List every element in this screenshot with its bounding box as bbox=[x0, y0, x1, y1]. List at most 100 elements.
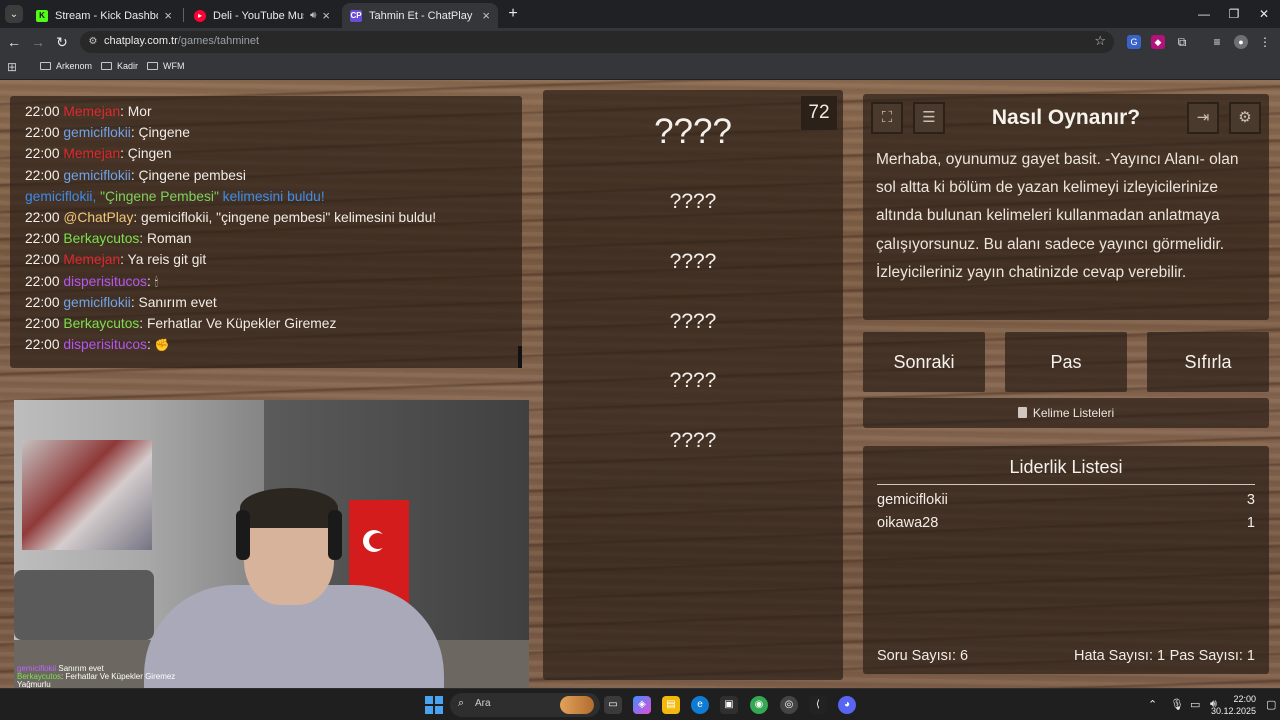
tab-kick-dashboard[interactable]: K Stream - Kick Dashboard × bbox=[28, 3, 180, 28]
back-icon[interactable]: ← bbox=[4, 32, 24, 52]
close-window-icon[interactable]: ✕ bbox=[1252, 4, 1276, 24]
tab-search-icon[interactable]: ⌄ bbox=[5, 5, 23, 23]
overlay-user: Yağmurlu bbox=[17, 680, 51, 689]
bookmark-folder-kadir[interactable]: Kadir bbox=[101, 61, 138, 71]
chat-text: : Sanırım evet bbox=[130, 294, 217, 310]
browser-toolbar: ← → ↻ ⚙︎ chatplay.com.tr/games/tahminet … bbox=[0, 28, 1280, 56]
chat-text: : bbox=[146, 273, 155, 289]
task-view-icon[interactable]: ▭ bbox=[604, 696, 622, 714]
display-icon[interactable]: ▭ bbox=[1190, 698, 1200, 711]
chat-timestamp: 22:00 bbox=[25, 252, 60, 268]
bookmark-folder-arkenom[interactable]: Arkenom bbox=[40, 61, 92, 71]
chat-message: 22:00 Memejan: Mor bbox=[25, 101, 522, 122]
notification-icon[interactable]: ▢ bbox=[1266, 698, 1276, 711]
restore-icon[interactable]: ❐ bbox=[1222, 4, 1246, 24]
chat-scrollbar[interactable] bbox=[518, 346, 522, 368]
close-tab-icon[interactable]: × bbox=[164, 8, 172, 23]
leaderboard-row: oikawa28 1 bbox=[877, 515, 1255, 537]
tab-chatplay[interactable]: CP Tahmin Et - ChatPlay × bbox=[342, 3, 498, 28]
translate-extension-icon[interactable]: G bbox=[1127, 35, 1141, 49]
obs-icon[interactable]: ◎ bbox=[780, 696, 798, 714]
chat-message: 22:00 disperisitucos: 🕯 bbox=[25, 271, 522, 292]
file-explorer-icon[interactable]: ▤ bbox=[662, 696, 680, 714]
taskbar-clock[interactable]: 22:00 30.12.2025 bbox=[1211, 693, 1256, 717]
reading-list-icon[interactable]: ≡ bbox=[1210, 35, 1224, 49]
bookmarks-bar: ⊞ Arkenom Kadir WFM bbox=[0, 56, 1280, 80]
chat-username[interactable]: gemiciflokii bbox=[63, 295, 130, 310]
extension-icon[interactable]: ◆ bbox=[1151, 35, 1165, 49]
next-button[interactable]: Sonraki bbox=[863, 332, 985, 392]
url-text[interactable]: chatplay.com.tr/games/tahminet bbox=[104, 35, 259, 47]
tab-youtube-music[interactable]: ▸ Deli - YouTube Music 🔊︎ × bbox=[186, 3, 338, 28]
search-highlight-image bbox=[560, 696, 594, 714]
how-to-play-text: Merhaba, oyunumuz gayet basit. -Yayıncı … bbox=[876, 151, 1239, 281]
how-to-play-panel: ⛶ ☰ Nasıl Oynanır? ⇥ ⚙ Merhaba, oyunumuz… bbox=[863, 94, 1269, 320]
store-icon[interactable]: ▣ bbox=[720, 696, 738, 714]
streamer-hair bbox=[240, 488, 338, 528]
minimize-icon[interactable]: — bbox=[1192, 4, 1216, 24]
bookmark-label: Kadir bbox=[117, 61, 139, 71]
chat-message: 22:00 Memejan: Ya reis git git bbox=[25, 249, 522, 270]
windows-start-icon[interactable] bbox=[425, 696, 443, 714]
settings-gear-icon[interactable]: ⚙ bbox=[1229, 102, 1261, 134]
chat-username[interactable]: Memejan bbox=[63, 252, 120, 267]
taskbar-search[interactable]: ⌕ Ara bbox=[450, 693, 600, 717]
chat-username[interactable]: gemiciflokii bbox=[63, 125, 130, 140]
edge-icon[interactable]: e bbox=[691, 696, 709, 714]
search-icon: ⌕ bbox=[458, 697, 465, 709]
chat-username[interactable]: gemiciflokii bbox=[63, 168, 130, 183]
bookmark-star-icon[interactable]: ☆ bbox=[1094, 33, 1106, 49]
notepad-icon bbox=[1017, 407, 1027, 418]
tab-strip: ⌄ K Stream - Kick Dashboard × ▸ Deli - Y… bbox=[0, 0, 1280, 28]
address-bar[interactable]: ⚙︎ chatplay.com.tr/games/tahminet ☆ bbox=[80, 31, 1114, 53]
new-tab-button[interactable]: + bbox=[504, 5, 522, 23]
bookmark-folder-wfm[interactable]: WFM bbox=[147, 61, 185, 71]
chat-username[interactable]: Memejan bbox=[63, 104, 120, 119]
chat-username[interactable]: Memejan bbox=[63, 146, 120, 161]
profile-avatar-icon[interactable]: ● bbox=[1234, 35, 1248, 49]
close-tab-icon[interactable]: × bbox=[322, 8, 330, 23]
chat-username[interactable]: disperisitucos bbox=[63, 337, 147, 352]
reset-button[interactable]: Sıfırla bbox=[1147, 332, 1269, 392]
player-name: gemiciflokii bbox=[877, 492, 948, 508]
player-name: oikawa28 bbox=[877, 515, 939, 531]
search-label: Ara bbox=[475, 698, 491, 709]
chat-system-notice: gemiciflokii, "Çingene Pembesi" kelimesi… bbox=[25, 188, 325, 204]
extensions-puzzle-icon[interactable]: ⧉ bbox=[1175, 35, 1189, 49]
chat-username[interactable]: @ChatPlay bbox=[63, 210, 133, 225]
speaker-icon[interactable]: 🔊︎ bbox=[310, 10, 316, 21]
forbidden-word: ???? bbox=[669, 369, 717, 392]
chat-username[interactable]: Berkaycutos bbox=[63, 231, 139, 246]
chat-text: : Çingene bbox=[130, 125, 190, 141]
app-icon[interactable]: ⟨ bbox=[809, 696, 827, 714]
close-tab-icon[interactable]: × bbox=[482, 8, 490, 23]
menu-kebab-icon[interactable]: ⋮ bbox=[1258, 35, 1272, 49]
chat-text: : Çingen bbox=[120, 146, 172, 162]
word-lists-button[interactable]: Kelime Listeleri bbox=[863, 398, 1269, 428]
headset-earcup bbox=[328, 510, 342, 560]
overlay-message: : Ferhatlar Ve Küpekler Giremez bbox=[61, 672, 176, 681]
tray-chevron-icon[interactable]: ⌃ bbox=[1148, 698, 1157, 711]
game-page: 22:00 Memejan: Mor 22:00 gemiciflokii: Çi… bbox=[0, 80, 1280, 688]
apps-grid-icon[interactable]: ⊞ bbox=[7, 60, 17, 74]
kick-icon: K bbox=[36, 9, 48, 22]
microphone-icon[interactable]: 🎙︎ bbox=[1170, 698, 1184, 711]
chat-username[interactable]: Berkaycutos bbox=[63, 316, 139, 331]
copilot-icon[interactable]: ◈ bbox=[633, 696, 651, 714]
leaderboard-panel: Liderlik Listesi gemiciflokii 3 oikawa28… bbox=[863, 446, 1269, 674]
pass-button[interactable]: Pas bbox=[1005, 332, 1127, 392]
chrome-icon[interactable]: ◉ bbox=[750, 696, 768, 714]
reload-icon[interactable]: ↻ bbox=[52, 32, 72, 52]
logout-icon[interactable]: ⇥ bbox=[1187, 102, 1219, 134]
chat-text: : Mor bbox=[120, 104, 152, 119]
word-lists-label: Kelime Listeleri bbox=[1032, 406, 1115, 420]
site-info-icon[interactable]: ⚙︎ bbox=[86, 35, 100, 49]
chat-username[interactable]: disperisitucos bbox=[63, 274, 147, 289]
chat-message: 22:00 Memejan: Çingen bbox=[25, 143, 522, 164]
chat-message: 22:00 disperisitucos: ✊ bbox=[25, 334, 522, 355]
word-panel: 72 ???? ???? ???? ???? ???? ???? bbox=[543, 90, 843, 680]
chat-timestamp: 22:00 bbox=[25, 315, 60, 331]
bookmark-label: WFM bbox=[163, 61, 185, 71]
discord-icon[interactable]: ◕ bbox=[838, 696, 856, 714]
forward-icon[interactable]: → bbox=[28, 32, 48, 52]
